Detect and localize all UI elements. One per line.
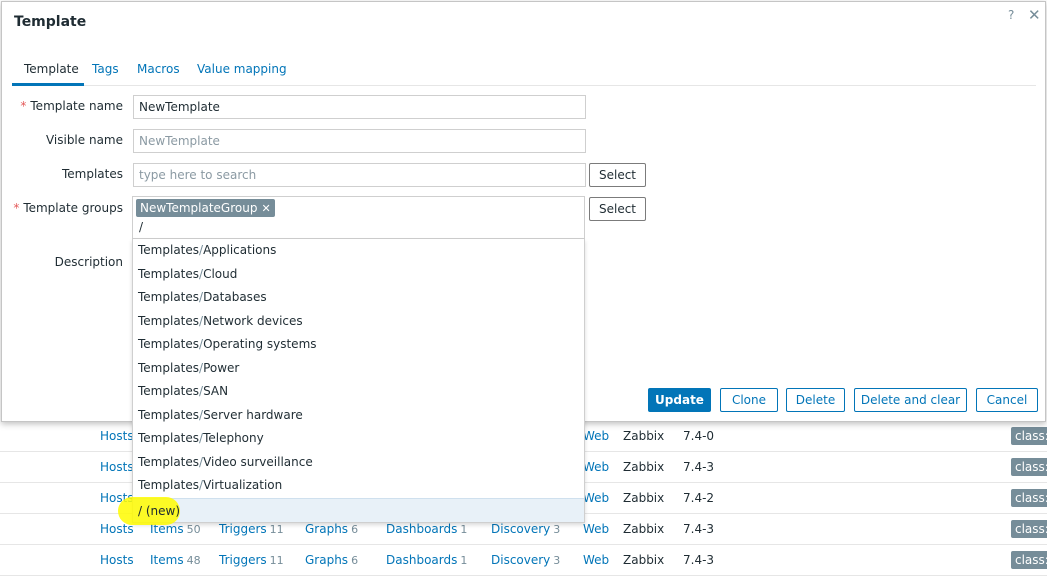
discovery-cell: Discovery 3 [491, 522, 560, 536]
templates-select-button[interactable]: Select [589, 163, 646, 187]
discovery-count: 3 [553, 523, 561, 536]
discovery-link[interactable]: Discovery [491, 553, 550, 567]
new-group-option-label: / (new) [138, 504, 181, 518]
list-item[interactable]: Templates/Telephony [133, 427, 584, 451]
template-name-input[interactable]: NewTemplate [133, 95, 586, 119]
tag-badge[interactable]: class: [1011, 520, 1047, 538]
template-groups-multiselect[interactable]: NewTemplateGroup ✕ / [132, 196, 585, 239]
items-count: 50 [186, 523, 201, 536]
tag-badge[interactable]: class: [1011, 551, 1047, 569]
graphs-cell: Graphs 6 [305, 553, 358, 567]
web-link[interactable]: Web [583, 429, 609, 443]
template-groups-label: * Template groups [13, 201, 123, 215]
triggers-link[interactable]: Triggers [219, 522, 267, 536]
clone-button[interactable]: Clone [720, 388, 778, 412]
description-label: Description [54, 255, 123, 269]
vendor: Zabbix [623, 491, 665, 505]
items-link[interactable]: Items [150, 553, 184, 567]
group-chip[interactable]: NewTemplateGroup ✕ [136, 199, 275, 217]
table-row: Hosts Items 48 Triggers 11 Graphs 6 Dashboa… [0, 545, 1047, 576]
items-cell: Items 48 [150, 553, 201, 567]
dashboards-link[interactable]: Dashboards [386, 553, 457, 567]
version: 7.4-2 [683, 491, 715, 505]
vendor: Zabbix [623, 460, 665, 474]
close-icon[interactable]: ✕ [1028, 6, 1041, 24]
active-tab-indicator [12, 83, 84, 86]
list-item[interactable]: Templates/Virtualization [133, 474, 584, 498]
graphs-count: 6 [351, 523, 359, 536]
list-item[interactable]: Templates/SAN [133, 380, 584, 404]
visible-name-label: Visible name [45, 133, 123, 147]
group-chip-label: NewTemplateGroup [140, 201, 258, 215]
chip-remove-icon[interactable]: ✕ [261, 202, 270, 215]
templates-label: Templates [61, 167, 123, 181]
list-item[interactable]: Templates/Applications [133, 239, 584, 263]
hosts-link[interactable]: Hosts [100, 460, 134, 474]
web-link[interactable]: Web [583, 522, 609, 536]
web-link[interactable]: Web [583, 553, 609, 567]
list-item[interactable]: Templates/Network devices [133, 310, 584, 334]
list-item[interactable]: Templates/Cloud [133, 263, 584, 287]
help-icon[interactable]: ? [1008, 8, 1014, 22]
new-group-option[interactable]: / (new) [133, 498, 584, 522]
list-item[interactable]: Templates/Operating systems [133, 333, 584, 357]
tab-bar: Template Tags Macros Value mapping [12, 54, 1036, 86]
vendor: Zabbix [623, 553, 665, 567]
version: 7.4-0 [683, 429, 715, 443]
tab-template[interactable]: Template [24, 62, 79, 76]
tag-badge[interactable]: class: [1011, 427, 1047, 445]
version: 7.4-3 [683, 522, 715, 536]
version: 7.4-3 [683, 553, 715, 567]
web-link[interactable]: Web [583, 460, 609, 474]
dashboards-cell: Dashboards 1 [386, 553, 467, 567]
required-mark: * [20, 99, 27, 113]
groups-search-input[interactable]: / [139, 220, 143, 234]
graphs-count: 6 [351, 554, 359, 567]
graphs-link[interactable]: Graphs [305, 553, 348, 567]
tag-badge[interactable]: class: [1011, 458, 1047, 476]
tag-badge[interactable]: class: [1011, 489, 1047, 507]
vendor: Zabbix [623, 429, 665, 443]
update-button[interactable]: Update [648, 388, 711, 412]
graphs-link[interactable]: Graphs [305, 522, 348, 536]
web-link[interactable]: Web [583, 491, 609, 505]
dashboards-link[interactable]: Dashboards [386, 522, 457, 536]
template-name-label: * Template name [20, 99, 123, 113]
list-item[interactable]: Templates/Power [133, 357, 584, 381]
dashboards-cell: Dashboards 1 [386, 522, 467, 536]
groups-suggestion-dropdown: Templates/Applications Templates/Cloud T… [132, 239, 585, 523]
hosts-link[interactable]: Hosts [100, 553, 134, 567]
discovery-cell: Discovery 3 [491, 553, 560, 567]
delete-button[interactable]: Delete [786, 388, 845, 412]
visible-name-input[interactable]: NewTemplate [133, 129, 586, 153]
list-item[interactable]: Templates/Video surveillance [133, 451, 584, 475]
triggers-count: 11 [269, 554, 284, 567]
triggers-link[interactable]: Triggers [219, 553, 267, 567]
discovery-count: 3 [553, 554, 561, 567]
discovery-link[interactable]: Discovery [491, 522, 550, 536]
tab-value-mapping[interactable]: Value mapping [197, 62, 287, 76]
dashboards-count: 1 [460, 523, 468, 536]
triggers-cell: Triggers 11 [219, 522, 284, 536]
dashboards-count: 1 [460, 554, 468, 567]
list-item[interactable]: Templates/Server hardware [133, 404, 584, 428]
delete-and-clear-button[interactable]: Delete and clear [854, 388, 967, 412]
triggers-count: 11 [269, 523, 284, 536]
tab-tags[interactable]: Tags [92, 62, 119, 76]
cancel-button[interactable]: Cancel [976, 388, 1038, 412]
hosts-link[interactable]: Hosts [100, 429, 134, 443]
dialog-title: Template [14, 14, 87, 30]
graphs-cell: Graphs 6 [305, 522, 358, 536]
required-mark: * [13, 201, 20, 215]
list-item[interactable]: Templates/Databases [133, 286, 584, 310]
items-count: 48 [186, 554, 201, 567]
vendor: Zabbix [623, 522, 665, 536]
tab-macros[interactable]: Macros [137, 62, 180, 76]
triggers-cell: Triggers 11 [219, 553, 284, 567]
template-groups-select-button[interactable]: Select [589, 197, 646, 221]
templates-search-input[interactable]: type here to search [133, 163, 586, 187]
version: 7.4-3 [683, 460, 715, 474]
